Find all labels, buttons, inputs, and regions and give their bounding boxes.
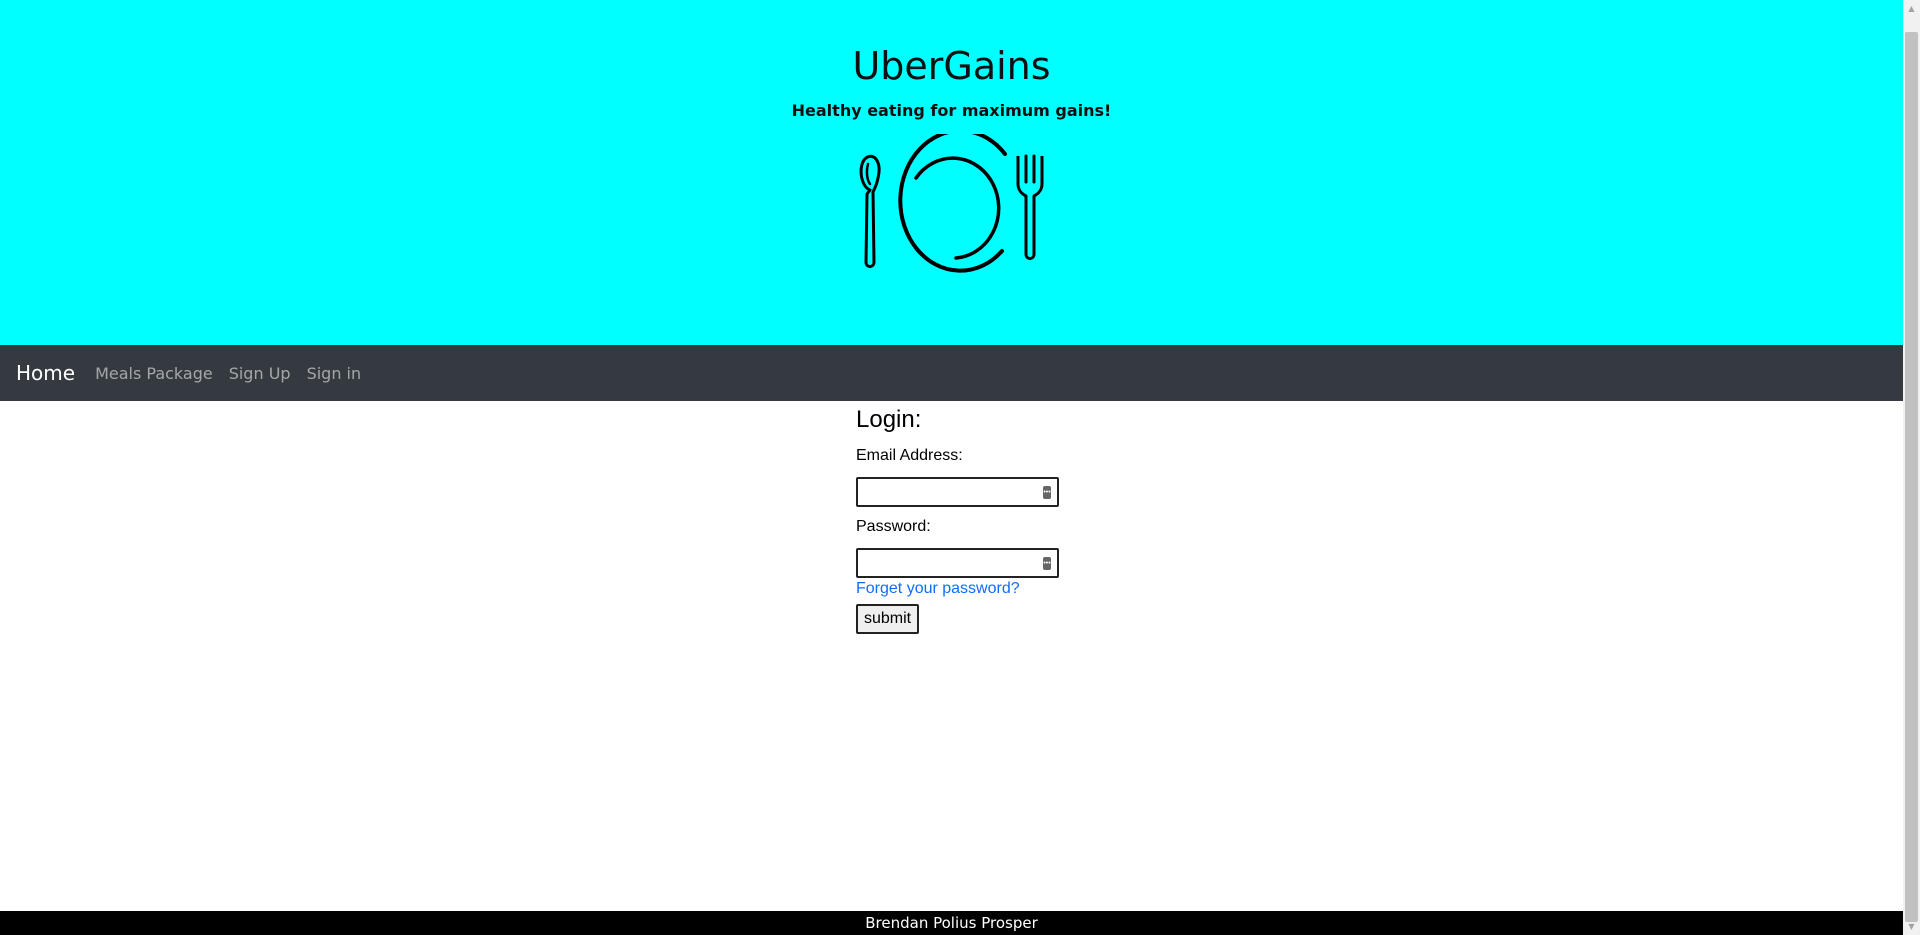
page: UberGains Healthy eating for maximum gai… [0,0,1903,935]
submit-button[interactable]: submit [856,604,919,634]
plate-fork-spoon-icon [859,134,1044,273]
navbar: Home Meals Package Sign Up Sign in [0,345,1903,401]
password-manager-icon[interactable]: ••• [1043,485,1051,499]
vertical-scrollbar[interactable]: ▲ ▼ [1903,0,1920,935]
password-field[interactable] [858,550,1043,576]
login-form: Login: Email Address: ••• Password: ••• … [856,404,1116,634]
site-tagline: Healthy eating for maximum gains! [791,101,1112,120]
email-field[interactable] [858,479,1043,505]
site-title: UberGains [852,44,1051,88]
nav-sign-in-link[interactable]: Sign in [307,364,362,383]
scroll-down-arrow-icon[interactable]: ▼ [1903,918,1920,935]
nav-meals-package-link[interactable]: Meals Package [95,364,213,383]
footer-author: Brendan Polius Prosper [865,914,1038,932]
password-manager-icon[interactable]: ••• [1043,556,1051,570]
scrollbar-thumb[interactable] [1905,32,1918,922]
footer: Brendan Polius Prosper [0,911,1903,935]
email-label: Email Address: [856,447,963,464]
email-field-box: ••• [856,477,1059,507]
nav-home-link[interactable]: Home [16,361,75,385]
forgot-password-link[interactable]: Forget your password? [856,580,1116,599]
nav-sign-up-link[interactable]: Sign Up [229,364,291,383]
scroll-up-arrow-icon[interactable]: ▲ [1903,0,1920,17]
hero-banner: UberGains Healthy eating for maximum gai… [0,0,1903,345]
password-field-box: ••• [856,548,1059,578]
login-title: Login: [856,406,922,433]
password-label: Password: [856,518,931,535]
